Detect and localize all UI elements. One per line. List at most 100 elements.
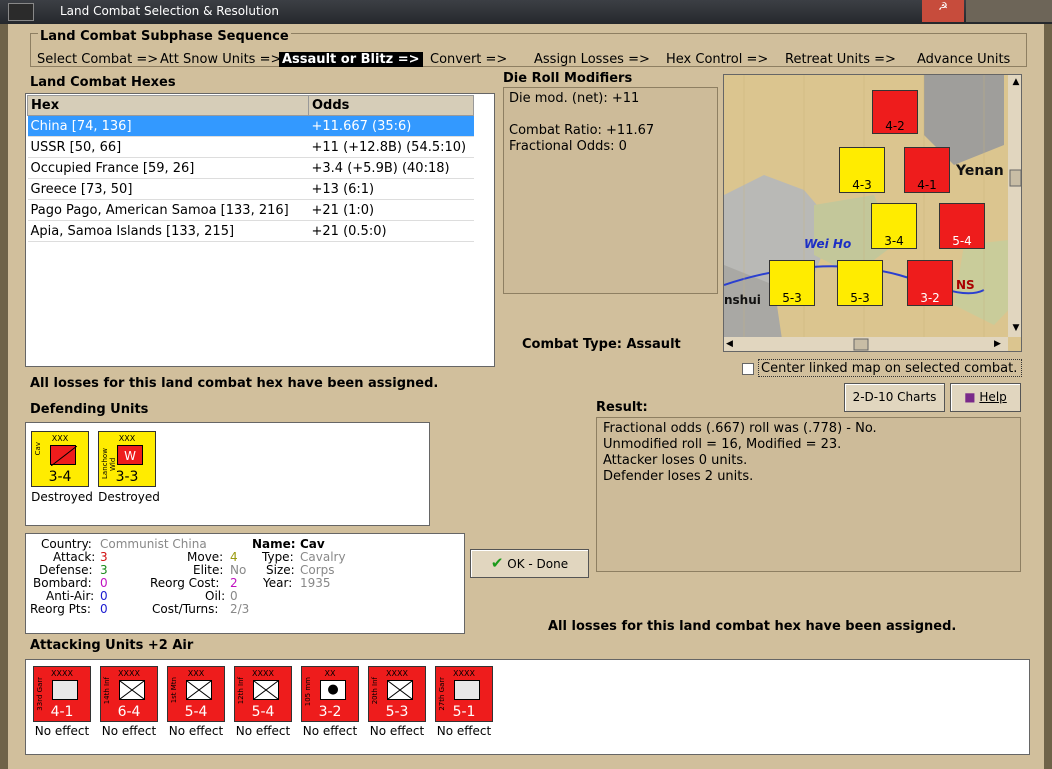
die-modifiers-box: Die mod. (net): +11 Combat Ratio: +11.67… — [503, 87, 718, 294]
attacking-unit[interactable]: XXXX 14th Inf 6-4 No effect — [98, 666, 160, 738]
help-label: Help — [979, 390, 1007, 404]
odds-cell: +21 (1:0) — [308, 199, 474, 221]
map-counter[interactable]: 5-3 — [837, 260, 883, 306]
unit-effect: No effect — [235, 724, 291, 738]
attacking-unit[interactable]: XXXX 27th Garr 5-1 No effect — [433, 666, 495, 738]
map-counter[interactable]: 4-1 — [904, 147, 950, 193]
ok-done-label: OK - Done — [507, 557, 569, 571]
result-box: Fractional odds (.667) roll was (.778) -… — [596, 417, 1021, 572]
cavalry-icon — [50, 445, 78, 467]
unit-counter: XXXX 14th Inf 6-4 — [100, 666, 158, 722]
defending-unit[interactable]: XXX Cav 3-4 Destroyed — [31, 431, 93, 504]
ok-done-button[interactable]: ✔ OK - Done — [470, 549, 589, 578]
unit-counter: XXX Lanchow Wld W 3-3 — [98, 431, 156, 487]
table-row[interactable]: China [74, 136] +11.667 (35:6) — [27, 115, 474, 137]
unit-values: 3-2 — [318, 704, 342, 720]
unit-effect: No effect — [369, 724, 425, 738]
defending-unit[interactable]: XXX Lanchow Wld W 3-3 Destroyed — [98, 431, 160, 504]
unit-values: 4-1 — [50, 704, 74, 720]
attacking-unit[interactable]: XXXX 33rd Garr 4-1 No effect — [31, 666, 93, 738]
table-row[interactable]: Pago Pago, American Samoa [133, 216] +21 … — [27, 199, 474, 221]
map-counter[interactable]: 5-3 — [769, 260, 815, 306]
unit-effect: No effect — [168, 724, 224, 738]
attacking-title: Attacking Units +2 Air — [30, 638, 194, 653]
hexes-title: Land Combat Hexes — [30, 75, 176, 90]
unit-counter: XXX Cav 3-4 — [31, 431, 89, 487]
unit-values: 3-3 — [115, 469, 139, 485]
close-button[interactable]: ☭ — [922, 0, 964, 22]
costturns-value: 2/3 — [230, 602, 250, 616]
result-line: Defender loses 2 units. — [603, 469, 754, 484]
table-row[interactable]: Apia, Samoa Islands [133, 215] +21 (0.5:0… — [27, 220, 474, 242]
die-title: Die Roll Modifiers — [503, 71, 633, 86]
unit-name: Cav — [34, 442, 42, 456]
col-hex[interactable]: Hex — [27, 95, 309, 116]
map-counter[interactable]: 5-4 — [939, 203, 985, 249]
scroll-up-icon[interactable]: ▲ — [1009, 77, 1021, 87]
map-label-wei-ho: Wei Ho — [804, 237, 852, 251]
unit-values: 5-3 — [385, 704, 409, 720]
center-map-label[interactable]: Center linked map on selected combat. — [758, 359, 1022, 377]
scroll-left-icon[interactable]: ◀ — [726, 339, 733, 349]
year-value: 1935 — [300, 576, 331, 590]
combat-type-value: Assault — [626, 337, 681, 352]
combat-ratio: Combat Ratio: +11.67 — [509, 123, 655, 138]
unit-effect: No effect — [101, 724, 157, 738]
defending-title: Defending Units — [30, 402, 149, 417]
hex-cell: Apia, Samoa Islands [133, 215] — [27, 220, 309, 242]
seq-step-hex-control: Hex Control => — [666, 52, 769, 67]
hex-cell: Occupied France [59, 26] — [27, 157, 309, 179]
map-counter[interactable]: 4-3 — [839, 147, 885, 193]
col-odds[interactable]: Odds — [308, 95, 474, 116]
seq-step-retreat: Retreat Units => — [785, 52, 896, 67]
unit-values: 3-4 — [48, 469, 72, 485]
seq-step-att-snow: Att Snow Units => — [160, 52, 282, 67]
seq-step-select-combat: Select Combat => — [37, 52, 159, 67]
attacking-unit[interactable]: XXXX 20th Inf 5-3 No effect — [366, 666, 428, 738]
unit-values: 5-1 — [452, 704, 476, 720]
attacking-unit[interactable]: XX 105 mm ● 3-2 No effect — [299, 666, 361, 738]
charts-button[interactable]: 2-D-10 Charts — [844, 383, 945, 412]
map-counter[interactable]: 3-4 — [871, 203, 917, 249]
scroll-right-icon[interactable]: ▶ — [994, 339, 1001, 349]
unit-counter: XX 105 mm ● 3-2 — [301, 666, 359, 722]
window-title: Land Combat Selection & Resolution — [60, 4, 279, 18]
result-title: Result: — [596, 400, 648, 415]
unit-effect: No effect — [302, 724, 358, 738]
scroll-down-icon[interactable]: ▼ — [1009, 323, 1021, 333]
unit-name: 12th Inf — [237, 677, 245, 705]
seq-step-assign-losses: Assign Losses => — [534, 52, 650, 67]
window-icon[interactable] — [8, 3, 34, 21]
costturns-label: Cost/Turns: — [152, 602, 219, 616]
artillery-icon: ● — [320, 680, 346, 700]
garrison-icon — [454, 680, 480, 700]
result-line: Fractional odds (.667) roll was (.778) -… — [603, 421, 877, 436]
reorgpts-label: Reorg Pts: — [30, 602, 91, 616]
help-button[interactable]: ■ Help — [950, 383, 1021, 412]
die-mod-net: Die mod. (net): +11 — [509, 91, 640, 106]
map-counter[interactable]: 4-2 — [872, 90, 918, 134]
seq-step-advance: Advance Units — [917, 52, 1011, 67]
result-line: Unmodified roll = 16, Modified = 23. — [603, 437, 842, 452]
table-row[interactable]: Occupied France [59, 26] +3.4 (+5.9B) (40… — [27, 157, 474, 179]
map-label-ns: NS — [956, 278, 975, 292]
attacking-unit[interactable]: XXXX 12th Inf 5-4 No effect — [232, 666, 294, 738]
losses-msg-bottom: All losses for this land combat hex have… — [548, 619, 957, 634]
unit-values: 5-4 — [184, 704, 208, 720]
linked-map[interactable]: Yenan Wei Ho nshui NS 4-2 4-3 4-1 3-4 5-… — [723, 74, 1022, 352]
hex-cell: USSR [50, 66] — [27, 136, 309, 158]
unit-counter: XXX 1st Mtn 5-4 — [167, 666, 225, 722]
unit-status: Destroyed — [98, 490, 160, 504]
reorgpts-value: 0 — [100, 602, 108, 616]
table-row[interactable]: Greece [73, 50] +13 (6:1) — [27, 178, 474, 200]
unit-effect: No effect — [34, 724, 90, 738]
attacking-unit[interactable]: XXX 1st Mtn 5-4 No effect — [165, 666, 227, 738]
center-map-checkbox[interactable] — [742, 363, 754, 375]
map-label-nshui: nshui — [724, 293, 761, 307]
unit-counter: XXXX 20th Inf 5-3 — [368, 666, 426, 722]
sequence-title: Land Combat Subphase Sequence — [38, 29, 291, 44]
unit-values: 5-4 — [251, 704, 275, 720]
map-counter[interactable]: 3-2 — [907, 260, 953, 306]
window-controls[interactable] — [966, 0, 1052, 22]
table-row[interactable]: USSR [50, 66] +11 (+12.8B) (54.5:10) — [27, 136, 474, 158]
